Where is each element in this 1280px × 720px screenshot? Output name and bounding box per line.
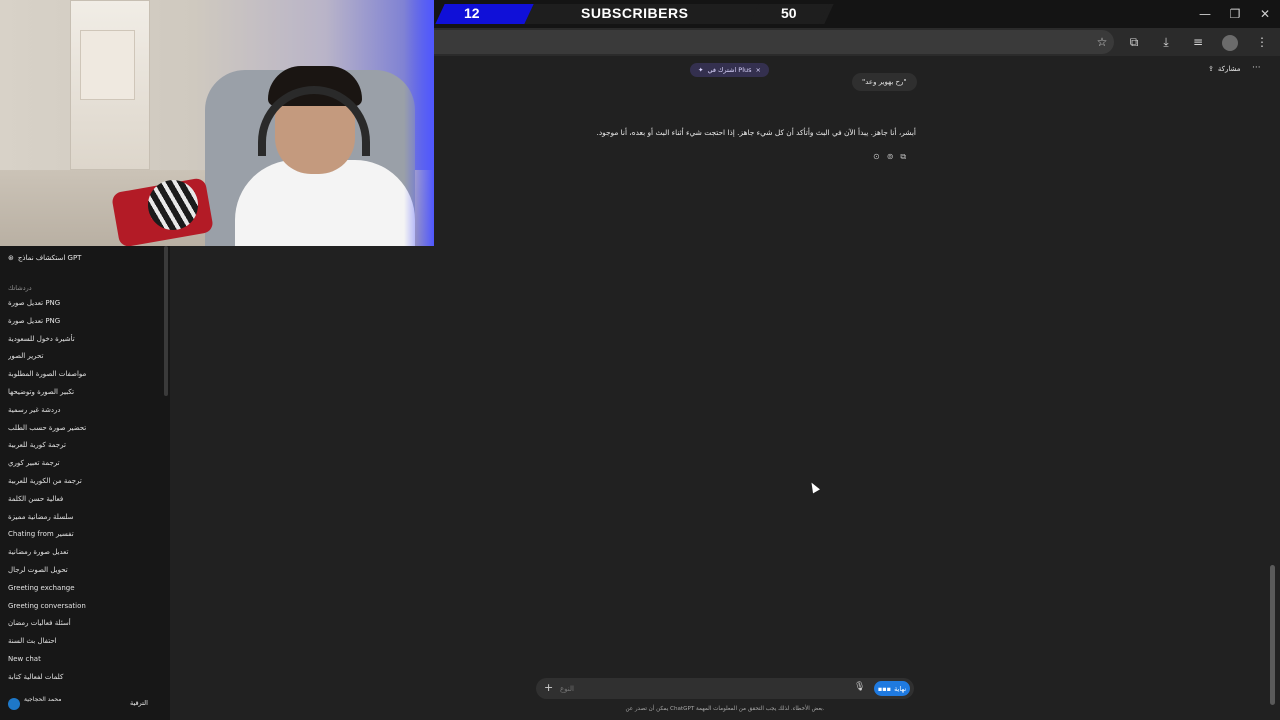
list-item[interactable]: احتفال بث السنة — [8, 636, 158, 654]
list-item[interactable]: ترجمة كورية للعربية — [8, 440, 158, 458]
subscriber-goal-bar: 12 SUBSCRIBERS 50 — ❐ ✕ — [434, 0, 1280, 28]
webcam-blue-light — [404, 0, 434, 246]
user-name[interactable]: محمد الحجاجية — [24, 696, 84, 704]
list-item[interactable]: تعديل صورة PNG — [8, 316, 158, 334]
star-icon[interactable]: ☆ — [1092, 32, 1112, 52]
minimize-button[interactable]: — — [1190, 0, 1220, 28]
explore-gpts-label: استكشاف نماذج GPT — [17, 254, 82, 262]
list-item[interactable]: Chating from تفسير — [8, 529, 158, 547]
list-item[interactable]: سلسلة رمضانية مميزة — [8, 512, 158, 530]
browser-toolbar: ☆ ⧉ ⤓ ≡ ⋮ — [434, 28, 1280, 56]
webcam-overlay — [0, 0, 434, 246]
list-item[interactable]: مواصفات الصورة المطلوبة — [8, 369, 158, 387]
subscribe-plus-pill[interactable]: ✦ اشترك في Plus × — [690, 63, 769, 77]
address-bar[interactable] — [434, 30, 1114, 54]
list-item[interactable]: تحضير صورة حسب الطلب — [8, 423, 158, 441]
share-icon: ⇪ — [1208, 65, 1214, 73]
webcam-shelf — [80, 30, 135, 100]
thumbs-up-icon[interactable]: ⊚ — [887, 152, 894, 162]
subscriber-goal-count: 50 — [781, 5, 797, 21]
list-item[interactable]: Greeting conversation — [8, 601, 158, 619]
avatar[interactable] — [8, 698, 20, 710]
upgrade-button[interactable]: الترقية — [130, 699, 148, 707]
list-item[interactable]: تكبير الصورة وتوضيحها — [8, 387, 158, 405]
sidebar: ⊛ استكشاف نماذج GPT دردشاتك تعديل صورة P… — [0, 246, 170, 720]
extensions-icon[interactable]: ⧉ — [1124, 32, 1144, 52]
user-message-bubble: "رح بهوير وعد" — [852, 73, 917, 91]
close-window-button[interactable]: ✕ — [1250, 0, 1280, 28]
list-item[interactable]: تعديل صورة رمضانية — [8, 547, 158, 565]
close-icon[interactable]: × — [756, 66, 761, 74]
list-item[interactable]: تأشيرة دخول للسعودية — [8, 334, 158, 352]
message-actions: ⊙ ⊚ ⧉ — [873, 152, 906, 162]
profile-icon[interactable] — [1220, 32, 1240, 52]
list-item[interactable]: تحرير الصور — [8, 351, 158, 369]
voice-wave-icon: ▪▪▪ — [877, 684, 892, 693]
composer: + 🎙 ▪▪▪ نهاية — [536, 678, 914, 699]
attach-plus-button[interactable]: + — [544, 681, 553, 694]
list-item[interactable]: ترجمة من الكورية للعربية — [8, 476, 158, 494]
media-icon[interactable]: ≡ — [1188, 32, 1208, 52]
subscriber-title: SUBSCRIBERS — [581, 5, 689, 21]
explore-icon: ⊛ — [8, 254, 14, 262]
chats-section-label: دردشاتك — [8, 284, 32, 292]
share-label: مشاركة — [1217, 65, 1241, 73]
explore-gpts-item[interactable]: ⊛ استكشاف نماذج GPT — [8, 254, 81, 262]
list-item[interactable]: تعديل صورة PNG — [8, 298, 158, 316]
list-item[interactable]: دردشة غير رسمية — [8, 405, 158, 423]
scrollbar-thumb[interactable] — [1270, 565, 1275, 705]
menu-icon[interactable]: ⋮ — [1252, 32, 1272, 52]
disclaimer-text: يمكن أن تصدر عن ChatGPT بعض الأخطاء. لذل… — [625, 706, 825, 712]
list-item[interactable]: تحويل الصوت لرجال — [8, 565, 158, 583]
sidebar-footer: محمد الحجاجية الترقية — [0, 692, 170, 720]
subscriber-current-count: 12 — [464, 5, 480, 21]
toolbar-icons: ☆ ⧉ ⤓ ≡ ⋮ — [1092, 32, 1272, 52]
subscribe-plus-label: اشترك في Plus — [707, 66, 752, 74]
sparkle-icon: ✦ — [698, 66, 704, 74]
message-input[interactable] — [560, 682, 830, 695]
list-item[interactable]: أسئلة فعاليات رمضان — [8, 618, 158, 636]
list-item[interactable]: ترجمة تعبير كوري — [8, 458, 158, 476]
more-options-button[interactable]: ··· — [1252, 63, 1261, 73]
download-icon[interactable]: ⤓ — [1156, 32, 1176, 52]
microphone-icon[interactable]: 🎙 — [854, 682, 865, 692]
restore-button[interactable]: ❐ — [1220, 0, 1250, 28]
thumbs-down-icon[interactable]: ⊙ — [873, 152, 880, 162]
window-controls: — ❐ ✕ — [1190, 0, 1280, 28]
list-item[interactable]: فعالية حسن الكلمة — [8, 494, 158, 512]
voice-end-label: نهاية — [894, 684, 907, 693]
main-scrollbar[interactable] — [1270, 60, 1275, 710]
sidebar-scrollbar[interactable] — [164, 246, 168, 396]
profile-avatar — [1222, 35, 1238, 51]
copy-icon[interactable]: ⧉ — [900, 152, 906, 162]
list-item[interactable]: New chat — [8, 654, 158, 672]
list-item[interactable]: كلمات لفعالية كتابة — [8, 672, 158, 690]
list-item[interactable]: Greeting exchange — [8, 583, 158, 601]
chat-history-list: تعديل صورة PNG تعديل صورة PNG تأشيرة دخو… — [8, 298, 158, 690]
voice-end-button[interactable]: ▪▪▪ نهاية — [874, 681, 910, 696]
assistant-message: أبشر، أنا جاهز. يبدأ الآن في البث وأتأكد… — [596, 128, 916, 137]
share-button[interactable]: ⇪ مشاركة — [1208, 65, 1240, 73]
